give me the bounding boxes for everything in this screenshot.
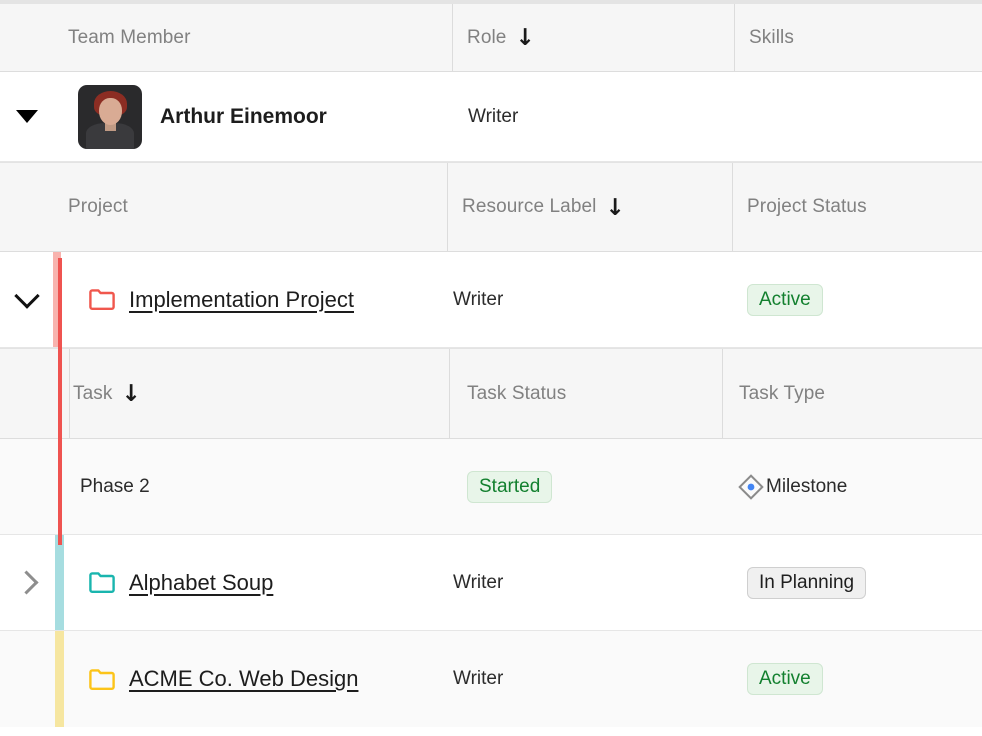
status-badge[interactable]: Active [747, 283, 823, 316]
folder-icon [89, 572, 115, 593]
project-expand-toggle[interactable] [0, 252, 53, 347]
project-resource-label-value: Writer [453, 288, 504, 310]
column-header-task-type[interactable]: Task Type [723, 349, 982, 438]
avatar [78, 84, 142, 149]
status-badge[interactable]: Active [747, 663, 823, 695]
header-row-task: Task ↓ Task Status Task Type [0, 348, 982, 439]
column-header-skills[interactable]: Skills [735, 4, 982, 71]
task-type-label: Milestone [766, 475, 848, 497]
folder-icon [89, 668, 115, 690]
team-member-cell: Arthur Einemoor [53, 72, 453, 161]
project-resource-label-cell: Writer [448, 631, 733, 727]
team-member-name: Arthur Einemoor [160, 104, 327, 128]
chevron-right-icon[interactable] [14, 570, 39, 595]
task-status-badge[interactable]: Started [467, 470, 553, 503]
project-status-cell: In Planning [733, 535, 982, 630]
folder-icon [89, 289, 115, 310]
column-header-resource-label[interactable]: Resource Label ↓ [448, 163, 733, 251]
column-header-role[interactable]: Role ↓ [453, 4, 735, 71]
project-accent-bar [53, 631, 65, 727]
project-name-cell: Implementation Project [53, 252, 448, 347]
project-row-implementation[interactable]: Implementation Project Writer Active [0, 252, 982, 348]
task-type-cell: Milestone [723, 439, 982, 534]
header-row-team-member: Team Member Role ↓ Skills [0, 4, 982, 72]
column-header-task-label: Task [73, 382, 113, 404]
column-header-project-status-label: Project Status [747, 196, 867, 217]
triangle-down-icon[interactable] [15, 110, 38, 123]
column-header-project-status[interactable]: Project Status [733, 163, 982, 251]
header-row-project: Project Resource Label ↓ Project Status [0, 162, 982, 252]
project-group-accent-spine [58, 258, 62, 545]
project-accent-bar [53, 535, 65, 630]
project-row-acme-web-design[interactable]: ACME Co. Web Design Writer Active [0, 631, 982, 727]
project-resource-label-cell: Writer [448, 535, 733, 630]
column-header-task[interactable]: Task ↓ [70, 349, 450, 438]
team-member-role-value: Writer [468, 105, 519, 127]
team-member-skills-cell [735, 72, 982, 161]
task-row-phase-2[interactable]: Phase 2 Started Milestone [0, 439, 982, 535]
column-header-role-label: Role [467, 26, 507, 48]
task-name-value: Phase 2 [80, 475, 150, 497]
project-resource-label-cell: Writer [448, 252, 733, 347]
column-header-team-member[interactable]: Team Member [0, 4, 453, 71]
task-status-cell: Started [450, 439, 723, 534]
task-type-milestone: Milestone [737, 473, 847, 501]
team-member-expand-toggle[interactable] [0, 72, 53, 161]
sort-descending-arrow-icon[interactable]: ↓ [515, 27, 534, 50]
column-header-team-member-label: Team Member [68, 26, 191, 48]
sort-descending-arrow-icon[interactable]: ↓ [605, 196, 624, 220]
project-resource-label-value: Writer [453, 668, 504, 689]
column-header-resource-label-text: Resource Label [462, 196, 597, 217]
project-accent-bar-solid [55, 535, 64, 630]
project-resource-label-value: Writer [453, 571, 504, 593]
column-header-task-type-label: Task Type [739, 382, 826, 404]
project-expand-toggle[interactable] [0, 631, 53, 727]
project-status-cell: Active [733, 252, 982, 347]
project-row-alphabet-soup[interactable]: Alphabet Soup Writer In Planning [0, 535, 982, 631]
chevron-down-icon[interactable] [13, 282, 40, 309]
column-header-project-label: Project [68, 196, 128, 217]
milestone-diamond-icon [737, 473, 765, 501]
project-name-link[interactable]: Implementation Project [129, 287, 354, 313]
column-header-task-status[interactable]: Task Status [450, 349, 723, 438]
project-accent-bar-solid [55, 631, 64, 727]
sort-descending-arrow-icon[interactable]: ↓ [121, 383, 140, 406]
project-name-cell: Alphabet Soup [53, 535, 448, 630]
project-name-link[interactable]: Alphabet Soup [129, 570, 273, 596]
column-header-task-status-label: Task Status [467, 382, 567, 404]
team-member-row[interactable]: Arthur Einemoor Writer [0, 72, 982, 162]
hierarchical-resource-grid: Team Member Role ↓ Skills Arthur Einemoo… [0, 0, 982, 736]
project-name-link[interactable]: ACME Co. Web Design [129, 666, 358, 692]
project-status-cell: Active [733, 631, 982, 727]
team-member-role-cell: Writer [453, 72, 735, 161]
project-expand-toggle[interactable] [0, 535, 53, 630]
column-header-skills-label: Skills [749, 26, 794, 48]
column-header-project[interactable]: Project [0, 163, 448, 251]
status-badge[interactable]: In Planning [747, 566, 867, 599]
project-name-cell: ACME Co. Web Design [53, 631, 448, 727]
task-name-cell: Phase 2 [0, 439, 450, 534]
